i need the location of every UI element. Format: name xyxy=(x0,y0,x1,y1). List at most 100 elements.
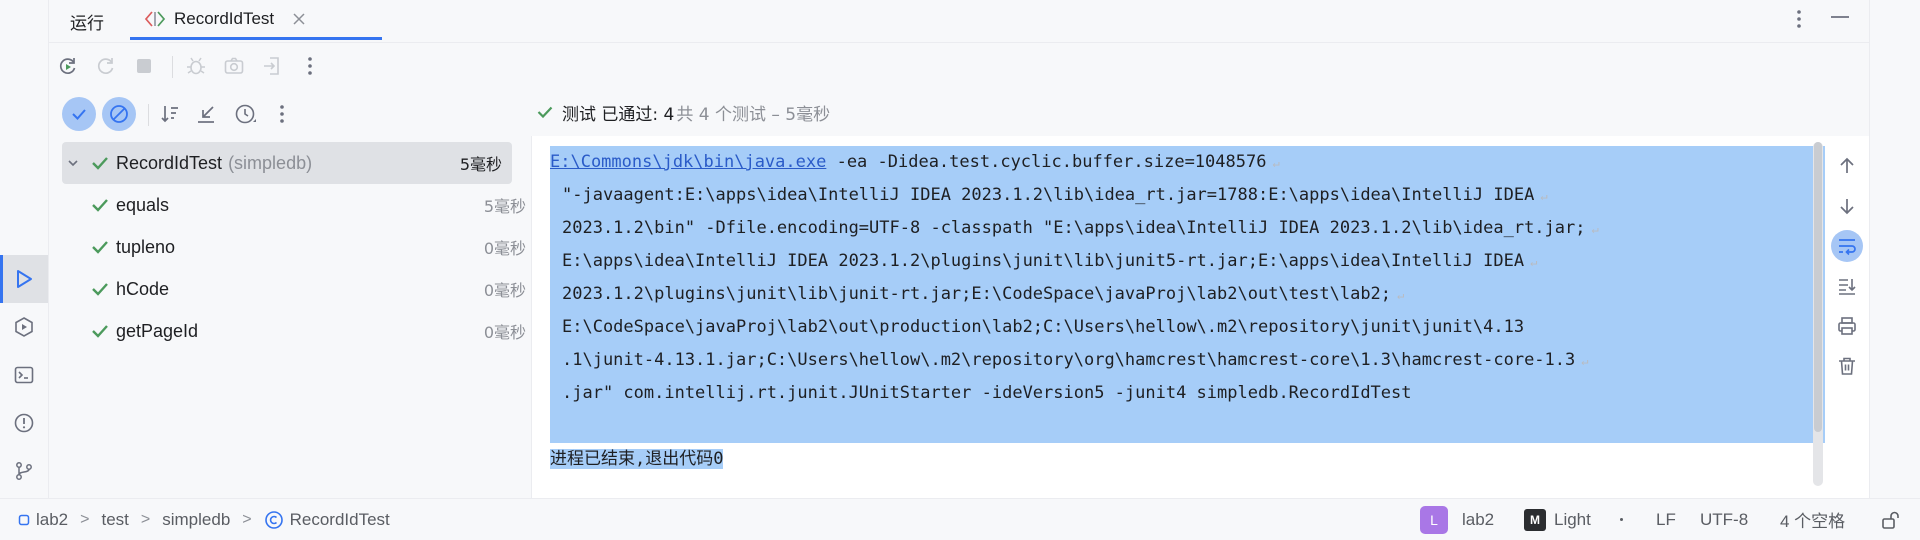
theme-name: Light xyxy=(1554,509,1591,529)
tool-window-title: 运行 xyxy=(70,14,104,34)
soft-wrap-icon xyxy=(1836,236,1858,256)
camera-icon xyxy=(223,55,245,77)
tests-passed-text: 测试 已通过: 4 xyxy=(562,104,675,125)
console-actions xyxy=(1823,136,1871,498)
console-line: 2023.1.2\bin" -Dfile.encoding=UTF-8 -cla… xyxy=(550,212,1825,245)
console-line-text: E:\apps\idea\IntelliJ IDEA 2023.1.2\plug… xyxy=(562,251,1525,271)
problems-tool-button[interactable] xyxy=(0,399,48,447)
tree-root-time: 5毫秒 xyxy=(459,155,502,174)
console-line-text: 2023.1.2\bin" -Dfile.encoding=UTF-8 -cla… xyxy=(562,218,1586,238)
clear-console-button[interactable] xyxy=(1831,350,1863,382)
tree-item-time: 5毫秒 xyxy=(483,197,526,216)
breadcrumb: lab2 > test > simpledb > RecordIdTest xyxy=(18,499,390,540)
rerun-button[interactable] xyxy=(52,50,84,82)
console-scrollbar-thumb[interactable] xyxy=(1814,142,1822,432)
show-ignored-toggle[interactable] xyxy=(102,97,136,131)
tree-item-time: 0毫秒 xyxy=(483,281,526,300)
run-toolbar-more-button[interactable] xyxy=(294,50,326,82)
scroll-up-button[interactable] xyxy=(1831,150,1863,182)
stop-button[interactable] xyxy=(128,50,160,82)
close-icon[interactable] xyxy=(292,12,306,26)
test-history-button[interactable] xyxy=(230,98,262,130)
tree-root-recordidtest[interactable]: RecordIdTest (simpledb) 5毫秒 xyxy=(62,142,512,184)
terminal-tool-button[interactable] xyxy=(0,351,48,399)
test-toolbar-more-button[interactable] xyxy=(266,98,298,130)
console-output[interactable]: E:\Commons\jdk\bin\java.exe -ea -Didea.t… xyxy=(531,136,1871,498)
soft-wrap-icon: ↵ xyxy=(1591,222,1599,236)
right-tool-strip xyxy=(1869,0,1920,498)
run-icon xyxy=(13,268,35,290)
theme-widget[interactable]: M Light xyxy=(1524,499,1591,540)
breadcrumb-item[interactable]: simpledb xyxy=(162,510,230,530)
status-bar: lab2 > test > simpledb > RecordIdTest L … xyxy=(0,498,1920,540)
chevron-right-icon: > xyxy=(80,510,90,528)
stop-icon xyxy=(134,56,154,76)
tree-item-label: getPageId xyxy=(116,320,199,341)
check-icon xyxy=(90,279,110,299)
console-text[interactable]: E:\Commons\jdk\bin\java.exe -ea -Didea.t… xyxy=(550,146,1825,476)
console-line: .jar" com.intellij.rt.junit.JUnitStarter… xyxy=(550,377,1825,410)
run-toolbar xyxy=(48,46,548,86)
project-badge: L xyxy=(1420,505,1448,534)
module-icon xyxy=(18,514,30,526)
breadcrumb-item[interactable]: RecordIdTest xyxy=(290,510,390,530)
console-line: E:\CodeSpace\javaProj\lab2\out\productio… xyxy=(550,311,1825,344)
test-tree: RecordIdTest (simpledb) 5毫秒 equals 5毫秒 t… xyxy=(48,138,530,498)
encoding-widget[interactable]: UTF-8 xyxy=(1700,499,1748,540)
console-line-text: E:\CodeSpace\javaProj\lab2\out\productio… xyxy=(562,317,1525,337)
test-class-icon xyxy=(144,10,166,28)
chevron-down-icon[interactable] xyxy=(66,156,80,170)
soft-wrap-toggle[interactable] xyxy=(1831,230,1863,262)
breadcrumb-item[interactable]: test xyxy=(101,510,128,530)
console-line: .1\junit-4.13.1.jar;C:\Users\hellow\.m2\… xyxy=(550,344,1825,377)
activity-bar xyxy=(0,0,49,498)
minimize-icon[interactable] xyxy=(1830,12,1850,22)
tree-item-label: tupleno xyxy=(116,236,176,257)
line-ending-widget[interactable]: LF xyxy=(1656,499,1676,540)
java-exe-link[interactable]: E:\Commons\jdk\bin\java.exe xyxy=(550,152,826,172)
console-scrollbar[interactable] xyxy=(1813,142,1823,486)
console-line: "-javaagent:E:\apps\idea\IntelliJ IDEA 2… xyxy=(550,179,1825,212)
debug-button[interactable] xyxy=(180,50,212,82)
project-name: lab2 xyxy=(1462,509,1495,529)
tab-recordidtest[interactable]: RecordIdTest xyxy=(130,0,382,40)
project-widget[interactable]: L lab2 xyxy=(1420,499,1494,540)
console-line-text: .1\junit-4.13.1.jar;C:\Users\hellow\.m2\… xyxy=(562,350,1576,370)
tool-window-header: 运行 RecordIdTest xyxy=(48,0,1870,43)
tree-item-label: hCode xyxy=(116,278,170,299)
more-options-icon xyxy=(307,55,313,77)
rerun-failed-button[interactable] xyxy=(90,50,122,82)
soft-wrap-icon: ↵ xyxy=(1530,255,1538,269)
tree-item-equals[interactable]: equals 5毫秒 xyxy=(90,184,526,226)
git-tool-button[interactable] xyxy=(0,447,48,495)
tests-total-text: 共 4 个测试 – 5毫秒 xyxy=(676,104,831,125)
collapse-all-button[interactable] xyxy=(190,98,222,130)
sort-icon xyxy=(159,103,181,125)
indent-widget[interactable]: 4 个空格 xyxy=(1780,499,1845,540)
soft-wrap-icon: ↵ xyxy=(1272,156,1280,170)
show-passed-toggle[interactable] xyxy=(62,97,96,131)
git-branch-icon xyxy=(13,460,35,482)
lock-widget[interactable] xyxy=(1880,499,1900,540)
tree-item-tupleno[interactable]: tupleno 0毫秒 xyxy=(90,226,526,268)
exit-button[interactable] xyxy=(256,50,288,82)
status-dot xyxy=(1620,499,1623,540)
print-button[interactable] xyxy=(1831,310,1863,342)
services-tool-button[interactable] xyxy=(0,303,48,351)
sort-button[interactable] xyxy=(154,98,186,130)
more-options-icon[interactable] xyxy=(1796,8,1802,30)
tree-item-getpageid[interactable]: getPageId 0毫秒 xyxy=(90,310,526,352)
console-line-text: -ea -Didea.test.cyclic.buffer.size=10485… xyxy=(826,152,1267,172)
scroll-to-end-button[interactable] xyxy=(1831,270,1863,302)
breadcrumb-item[interactable]: lab2 xyxy=(36,510,68,530)
arrow-up-icon xyxy=(1837,156,1857,176)
bug-icon xyxy=(185,55,207,77)
scroll-down-button[interactable] xyxy=(1831,190,1863,222)
console-line: 进程已结束,退出代码0 xyxy=(550,443,1825,476)
tree-item-label: equals xyxy=(116,194,170,215)
console-line-text: 2023.1.2\plugins\junit\lib\junit-rt.jar;… xyxy=(562,284,1392,304)
run-tool-button[interactable] xyxy=(0,255,48,303)
screenshot-button[interactable] xyxy=(218,50,250,82)
tree-item-hcode[interactable]: hCode 0毫秒 xyxy=(90,268,526,310)
